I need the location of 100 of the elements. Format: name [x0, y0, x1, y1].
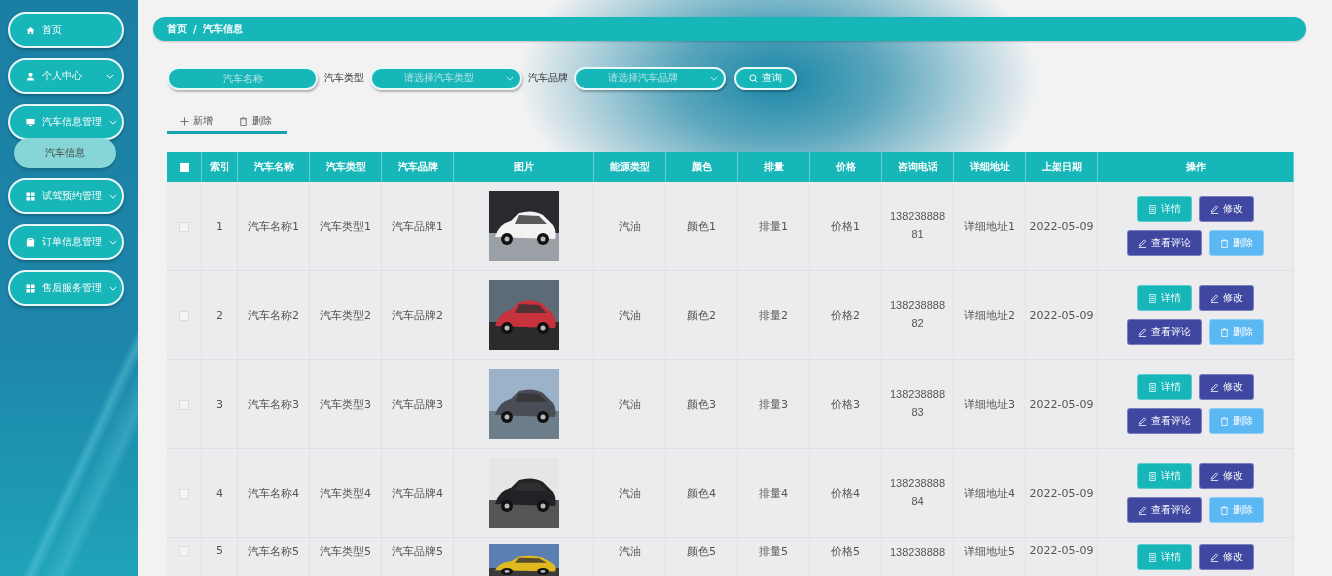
- column-header: 详细地址: [953, 152, 1026, 182]
- table-cell: 汽车名称2: [237, 270, 310, 360]
- menu-item[interactable]: 试驾预约管理: [8, 178, 124, 214]
- column-header: 汽车名称: [237, 152, 310, 182]
- details-button[interactable]: 详情: [1137, 196, 1192, 222]
- table-cell: 颜色1: [665, 182, 738, 271]
- table-cell: 颜色4: [665, 448, 738, 538]
- trash-icon: [1220, 416, 1229, 426]
- table-cell: 2: [201, 270, 238, 360]
- breadcrumb-link[interactable]: 汽车信息: [202, 22, 243, 36]
- select-field[interactable]: 请选择汽车品牌: [574, 66, 726, 90]
- comments-button[interactable]: 查看评论: [1127, 230, 1202, 256]
- name-field[interactable]: 汽车名称: [167, 66, 318, 90]
- details-button[interactable]: 详情: [1137, 544, 1192, 570]
- table-cell: 3: [201, 359, 238, 449]
- table-cell: 13823888881: [881, 182, 954, 271]
- breadcrumb-link[interactable]: 首页: [167, 22, 187, 36]
- table-cell: 汽车品牌5: [381, 537, 454, 576]
- menu-item[interactable]: 售后服务管理: [8, 270, 124, 306]
- plus-icon: [180, 116, 189, 126]
- table-cell: 汽车名称4: [237, 448, 310, 538]
- chevron-icon: [710, 75, 718, 81]
- column-header: 图片: [453, 152, 594, 182]
- table-cell: 详细地址5: [953, 537, 1026, 576]
- grid-icon: [26, 191, 35, 201]
- comments-button[interactable]: 查看评论: [1127, 408, 1202, 434]
- edit-button[interactable]: 修改: [1199, 285, 1254, 311]
- pencil-icon: [1138, 505, 1147, 515]
- column-header: 能源类型: [593, 152, 666, 182]
- edit-button[interactable]: 修改: [1199, 374, 1254, 400]
- table-cell: 2022-05-09: [1025, 182, 1098, 271]
- table-cell: 颜色2: [665, 270, 738, 360]
- table-cell: 排量3: [737, 359, 810, 449]
- table-cell: 2022-05-09: [1025, 448, 1098, 538]
- comments-button[interactable]: 查看评论: [1127, 497, 1202, 523]
- table-cell: 汽车类型3: [309, 359, 382, 449]
- column-header: 操作: [1097, 152, 1294, 182]
- menu-item[interactable]: 首页: [8, 12, 124, 48]
- select-field[interactable]: 请选择汽车类型: [370, 66, 522, 90]
- search-button[interactable]: 查询: [734, 66, 797, 90]
- table-cell: 详细地址3: [953, 359, 1026, 449]
- column-header: 颜色: [665, 152, 738, 182]
- menu-item[interactable]: 个人中心: [8, 58, 124, 94]
- pencil-icon: [1210, 204, 1219, 214]
- column-header: 咨询电话: [881, 152, 954, 182]
- table-cell: 价格3: [809, 359, 882, 449]
- edit-button[interactable]: 修改: [1199, 544, 1254, 570]
- breadcrumb-separator: /: [193, 23, 197, 35]
- table-cell: 汽车类型4: [309, 448, 382, 538]
- column-header: 价格: [809, 152, 882, 182]
- chevron-icon: [109, 119, 117, 125]
- details-button[interactable]: 详情: [1137, 374, 1192, 400]
- table-cell: 汽油: [593, 270, 666, 360]
- table-cell: 详细地址1: [953, 182, 1026, 271]
- checkbox[interactable]: [179, 163, 189, 172]
- table-cell: 汽车类型5: [309, 537, 382, 576]
- chevron-icon: [106, 73, 114, 79]
- delete-button[interactable]: 删除: [226, 111, 285, 131]
- delete-button[interactable]: 删除: [1209, 408, 1264, 434]
- filter-label: 汽车类型: [324, 71, 364, 85]
- table-cell: 汽车品牌1: [381, 182, 454, 271]
- delete-button[interactable]: 删除: [1209, 319, 1264, 345]
- comments-button[interactable]: 查看评论: [1127, 319, 1202, 345]
- table-cell: 汽油: [593, 359, 666, 449]
- table-cell: 颜色3: [665, 359, 738, 449]
- pencil-icon: [1138, 238, 1147, 248]
- edit-button[interactable]: 修改: [1199, 196, 1254, 222]
- filter-label: 汽车品牌: [528, 71, 568, 85]
- column-header: 索引: [201, 152, 238, 182]
- menu-item[interactable]: 汽车信息管理: [8, 104, 124, 140]
- table-cell: 13823888883: [881, 359, 954, 449]
- search-icon: [749, 73, 758, 83]
- menu-item[interactable]: 订单信息管理: [8, 224, 124, 260]
- table-cell: 价格4: [809, 448, 882, 538]
- table-cell: 排量1: [737, 182, 810, 271]
- table-cell: 排量5: [737, 537, 810, 576]
- table-cell: 颜色5: [665, 537, 738, 576]
- table-cell: 1: [201, 182, 238, 271]
- table-cell: 排量2: [737, 270, 810, 360]
- details-button[interactable]: 详情: [1137, 463, 1192, 489]
- table-cell: 排量4: [737, 448, 810, 538]
- add-button[interactable]: 新增: [167, 111, 226, 131]
- details-button[interactable]: 详情: [1137, 285, 1192, 311]
- table-cell: 价格5: [809, 537, 882, 576]
- document-icon: [1148, 204, 1157, 214]
- trash-icon: [1220, 238, 1229, 248]
- table-cell: 138238888: [881, 537, 954, 576]
- table-cell: 汽车品牌4: [381, 448, 454, 538]
- delete-button[interactable]: 删除: [1209, 230, 1264, 256]
- delete-button[interactable]: 删除: [1209, 497, 1264, 523]
- submenu-item[interactable]: 汽车信息: [14, 138, 116, 168]
- user-icon: [26, 71, 35, 81]
- chevron-icon: [109, 193, 117, 199]
- table-cell: 汽油: [593, 448, 666, 538]
- pencil-icon: [1210, 293, 1219, 303]
- clipboard-icon: [26, 237, 35, 247]
- table-cell: 价格1: [809, 182, 882, 271]
- trash-icon: [1220, 505, 1229, 515]
- trash-icon: [239, 116, 248, 126]
- edit-button[interactable]: 修改: [1199, 463, 1254, 489]
